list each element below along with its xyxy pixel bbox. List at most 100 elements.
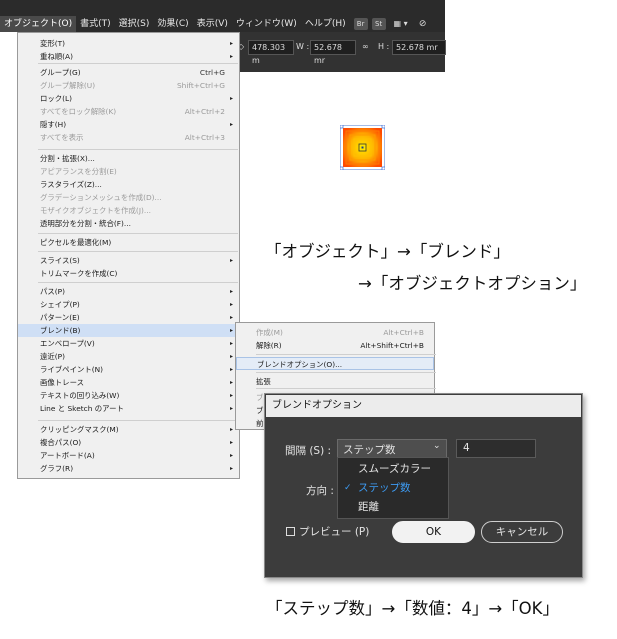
ok-button[interactable]: OK (392, 521, 475, 543)
menu-item[interactable]: 画像トレース ▸ (18, 376, 239, 389)
menu-item[interactable]: 分割・拡張(X)... (18, 152, 239, 165)
menu-item-shortcut: Ctrl+G (199, 68, 225, 77)
menu-item[interactable]: スライス(S) ▸ (18, 254, 239, 267)
menubar-item-select[interactable]: 選択(S) (115, 16, 154, 32)
submenu-arrow-icon: ▸ (229, 452, 233, 459)
spacing-value-input[interactable]: 4 (456, 439, 536, 458)
submenu-arrow-icon: ▸ (229, 426, 233, 433)
bridge-icon[interactable]: Br (353, 18, 368, 30)
menu-item-label: グループ解除(U) (40, 81, 96, 90)
submenu-separator (256, 388, 436, 389)
link-proportions-icon[interactable]: ∞ (362, 42, 369, 51)
menu-item[interactable]: エンベロープ(V) ▸ (18, 337, 239, 350)
menu-item-label: アピアランスを分割(E) (40, 167, 117, 176)
menu-item-label: ロック(L) (40, 94, 73, 103)
workspace-arrange-icon[interactable]: ▦ ▾ (390, 18, 412, 30)
menu-item[interactable]: パターン(E) ▸ (18, 311, 239, 324)
menubar-item-view[interactable]: 表示(V) (193, 16, 232, 32)
menu-item-label: 分割・拡張(X)... (40, 154, 95, 163)
menu-item[interactable]: シェイプ(P) ▸ (18, 298, 239, 311)
option-specified-distance[interactable]: 距離 (338, 498, 448, 516)
menu-item[interactable]: ロック(L) ▸ (18, 92, 239, 105)
menu-item-label: 遠近(P) (40, 352, 66, 361)
menu-item: すべてをロック解除(K) Alt+Ctrl+2 (18, 105, 239, 118)
menu-item-label: クリッピングマスク(M) (40, 425, 119, 434)
h-field[interactable]: 52.678 mr (392, 40, 446, 55)
option-specified-steps[interactable]: ✓ ステップ数 (338, 479, 448, 497)
w-field[interactable]: 52.678 mr (310, 40, 356, 65)
menu-item-label: ブレンド(B) (40, 326, 81, 335)
option-smooth-color[interactable]: スムーズカラー (338, 460, 448, 478)
menu-item-label: ピクセルを最適化(M) (40, 238, 112, 247)
menu-item[interactable]: クリッピングマスク(M) ▸ (18, 423, 239, 436)
spacing-select[interactable]: ステップ数 ⌄ (337, 439, 447, 458)
submenu-separator (256, 372, 436, 373)
menubar-item-effect[interactable]: 効果(C) (153, 16, 192, 32)
h-label: H : (378, 42, 390, 51)
menu-item[interactable]: ブレンド(B) ▸ (18, 324, 239, 337)
menu-separator (38, 282, 238, 283)
submenu-arrow-icon: ▸ (229, 379, 233, 386)
menu-item[interactable]: ラスタライズ(Z)... (18, 178, 239, 191)
menu-item[interactable]: トリムマークを作成(C) (18, 267, 239, 280)
caption-step-2: →「オブジェクトオプション」 (358, 274, 587, 293)
spacing-label: 間隔 (S) : (285, 445, 332, 457)
x-field[interactable]: 478.303 m (248, 40, 294, 65)
submenu-item[interactable]: 拡張 (236, 375, 434, 388)
menu-item-label: 重ね順(A) (40, 52, 73, 61)
submenu-separator (256, 354, 436, 355)
menu-item[interactable]: 変形(T) ▸ (18, 37, 239, 50)
menu-item-label: スライス(S) (40, 256, 80, 265)
menu-item-label: シェイプ(P) (40, 300, 80, 309)
menubar-item-object[interactable]: オブジェクト(O) (0, 16, 77, 32)
menu-item[interactable]: ピクセルを最適化(M) (18, 236, 239, 249)
menu-item[interactable]: ライブペイント(N) ▸ (18, 363, 239, 376)
submenu-arrow-icon: ▸ (229, 340, 233, 347)
menu-item[interactable]: 隠す(H) ▸ (18, 118, 239, 131)
menu-item[interactable]: グラフ(R) ▸ (18, 462, 239, 475)
menubar-item-type[interactable]: 書式(T) (76, 16, 115, 32)
menu-item[interactable]: 透明部分を分割・統合(F)... (18, 217, 239, 230)
menu-item[interactable]: 複合パス(O) ▸ (18, 436, 239, 449)
caption-step-3: 「ステップ数」→「数値：4」→「OK」 (266, 599, 559, 618)
submenu-arrow-icon: ▸ (229, 288, 233, 295)
blend-artwork[interactable] (339, 124, 386, 171)
menu-item[interactable]: パス(P) ▸ (18, 285, 239, 298)
menu-item-label: すべてをロック解除(K) (40, 107, 117, 116)
menu-item-label: トリムマークを作成(C) (40, 269, 118, 278)
menu-separator (38, 420, 238, 421)
menu-item-label: エンベロープ(V) (40, 339, 95, 348)
spacing-value-text: 4 (463, 442, 470, 454)
menu-item-label: 画像トレース (40, 378, 84, 387)
preview-label[interactable]: プレビュー (P) (299, 524, 369, 539)
menu-item[interactable]: テキストの回り込み(W) ▸ (18, 389, 239, 402)
spacing-dropdown-list: スムーズカラー ✓ ステップ数 距離 (337, 457, 449, 519)
menu-item[interactable]: 重ね順(A) ▸ (18, 50, 239, 63)
w-label: W : (296, 42, 310, 51)
menubar-item-help[interactable]: ヘルプ(H) (301, 16, 350, 32)
spacing-select-value: ステップ数 (343, 444, 396, 456)
gpu-performance-icon[interactable]: ⊘ (416, 18, 430, 30)
menu-item-shortcut: Alt+Ctrl+2 (184, 107, 225, 116)
submenu-arrow-icon: ▸ (229, 53, 233, 60)
menu-item-label: パス(P) (40, 287, 66, 296)
stock-icon[interactable]: St (371, 18, 386, 30)
cancel-button[interactable]: キャンセル (481, 521, 563, 543)
menu-item[interactable]: Line と Sketch のアート ▸ (18, 402, 239, 415)
menu-item-label: ライブペイント(N) (40, 365, 104, 374)
menu-item[interactable]: グループ(G) Ctrl+G (18, 66, 239, 79)
submenu-item[interactable]: ブレンドオプション(O)... (236, 357, 434, 370)
menu-item[interactable]: 遠近(P) ▸ (18, 350, 239, 363)
option-label: ステップ数 (358, 482, 411, 494)
caption-step-1: 「オブジェクト」→「ブレンド」 (265, 242, 510, 261)
menu-item[interactable]: アートボード(A) ▸ (18, 449, 239, 462)
menu-item: アピアランスを分割(E) (18, 165, 239, 178)
menu-separator (38, 251, 238, 252)
submenu-item[interactable]: 解除(R) Alt+Shift+Ctrl+B (236, 339, 434, 352)
submenu-item-label: 作成(M) (256, 328, 283, 337)
preview-checkbox[interactable] (286, 527, 295, 536)
submenu-arrow-icon: ▸ (229, 257, 233, 264)
menubar-item-window[interactable]: ウィンドウ(W) (232, 16, 301, 32)
submenu-item-label: ブレンドオプション(O)... (257, 360, 343, 369)
menubar: オブジェクト(O) 書式(T) 選択(S) 効果(C) 表示(V) ウィンドウ(… (0, 16, 445, 32)
